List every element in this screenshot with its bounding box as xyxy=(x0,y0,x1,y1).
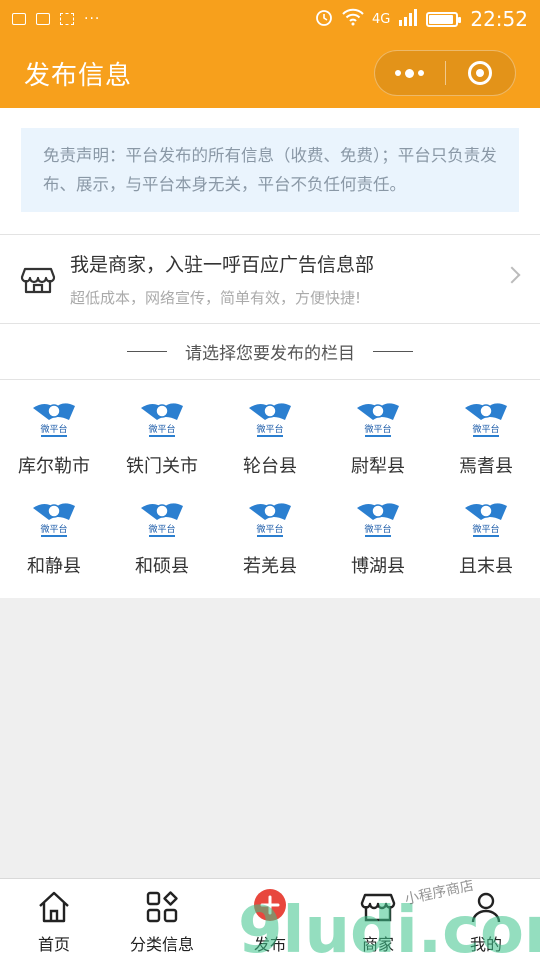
category-item[interactable]: 微平台 轮台县 xyxy=(216,398,324,486)
logo-text: 微平台 xyxy=(472,423,499,435)
category-label: 若羌县 xyxy=(243,556,297,577)
section-title: 请选择您要发布的栏目 xyxy=(185,344,355,364)
tab-label: 商家 xyxy=(361,935,394,954)
close-miniprogram-button[interactable] xyxy=(446,51,516,95)
merchant-text: 我是商家，入驻一呼百应广告信息部 超低成本，网络宣传，简单有效，方便快捷! xyxy=(70,250,374,308)
tab-home[interactable]: 首页 xyxy=(0,879,108,960)
platform-logo-icon: 微平台 xyxy=(357,403,399,437)
miniprogram-capsule xyxy=(374,50,516,96)
logo-text: 微平台 xyxy=(256,523,283,535)
publish-icon xyxy=(254,889,286,921)
category-label: 且末县 xyxy=(459,556,513,577)
message-notification-icon xyxy=(36,13,50,25)
alarm-icon xyxy=(314,7,334,32)
tab-publish[interactable]: 发布 xyxy=(216,879,324,960)
store-icon xyxy=(360,893,396,922)
home-icon xyxy=(39,891,69,923)
disclaimer-section: 免责声明：平台发布的所有信息（收费、免费）；平台只负责发布、展示，与平台本身无关… xyxy=(0,108,540,234)
clock: 22:52 xyxy=(470,7,528,31)
category-item[interactable]: 微平台 铁门关市 xyxy=(108,398,216,486)
chevron-right-icon xyxy=(503,266,521,284)
category-icon xyxy=(146,891,178,923)
category-item[interactable]: 微平台 库尔勒市 xyxy=(0,398,108,486)
network-type: 4G xyxy=(372,11,391,27)
logo-text: 微平台 xyxy=(364,423,391,435)
platform-logo-icon: 微平台 xyxy=(465,503,507,537)
platform-logo-icon: 微平台 xyxy=(249,403,291,437)
platform-logo-icon: 微平台 xyxy=(33,503,75,537)
category-item[interactable]: 微平台 且末县 xyxy=(432,498,540,586)
main-content: 免责声明：平台发布的所有信息（收费、免费）；平台只负责发布、展示，与平台本身无关… xyxy=(0,108,540,598)
category-item[interactable]: 微平台 和静县 xyxy=(0,498,108,586)
category-item[interactable]: 微平台 尉犁县 xyxy=(324,398,432,486)
section-line-left xyxy=(127,351,167,352)
tab-merchant[interactable]: 商家 xyxy=(324,879,432,960)
status-left: ··· xyxy=(12,11,100,27)
status-right: 4G 22:52 xyxy=(314,7,528,32)
category-label: 和硕县 xyxy=(135,556,189,577)
logo-text: 微平台 xyxy=(40,523,67,535)
logo-text: 微平台 xyxy=(40,423,67,435)
section-line-right xyxy=(373,351,413,352)
category-grid: 微平台 库尔勒市 微平台 铁门关市 微平台 轮台县 微平台 尉犁县 微平台 焉耆… xyxy=(0,380,540,598)
platform-logo-icon: 微平台 xyxy=(249,503,291,537)
platform-logo-icon: 微平台 xyxy=(33,403,75,437)
category-item[interactable]: 微平台 博湖县 xyxy=(324,498,432,586)
category-item[interactable]: 微平台 焉耆县 xyxy=(432,398,540,486)
more-button[interactable] xyxy=(375,51,445,95)
logo-text: 微平台 xyxy=(472,523,499,535)
category-label: 博湖县 xyxy=(351,556,405,577)
logo-text: 微平台 xyxy=(148,423,175,435)
tab-label: 发布 xyxy=(253,935,286,954)
logo-text: 微平台 xyxy=(256,423,283,435)
category-item[interactable]: 微平台 若羌县 xyxy=(216,498,324,586)
tab-label: 我的 xyxy=(469,935,502,954)
tab-label: 首页 xyxy=(37,935,70,954)
wifi-icon xyxy=(342,8,364,31)
merchant-subtitle: 超低成本，网络宣传，简单有效，方便快捷! xyxy=(70,289,362,307)
category-label: 和静县 xyxy=(27,556,81,577)
app-notification-icon xyxy=(60,13,74,25)
tab-category[interactable]: 分类信息 xyxy=(108,879,216,960)
section-header: 请选择您要发布的栏目 xyxy=(0,324,540,379)
more-notifications: ··· xyxy=(84,11,101,27)
merchant-join-banner[interactable]: 我是商家，入驻一呼百应广告信息部 超低成本，网络宣传，简单有效，方便快捷! xyxy=(0,235,540,323)
logo-text: 微平台 xyxy=(148,523,175,535)
bottom-tab-bar: 首页 分类信息 发布 商家 我的 xyxy=(0,878,540,960)
disclaimer-text: 免责声明：平台发布的所有信息（收费、免费）；平台只负责发布、展示，与平台本身无关… xyxy=(21,128,519,212)
store-icon xyxy=(20,267,56,294)
category-label: 铁门关市 xyxy=(126,456,198,477)
nav-bar: 发布信息 xyxy=(0,38,540,108)
page-title: 发布信息 xyxy=(24,60,133,91)
platform-logo-icon: 微平台 xyxy=(141,403,183,437)
more-dots-icon xyxy=(395,68,425,78)
tab-mine[interactable]: 我的 xyxy=(432,879,540,960)
category-label: 焉耆县 xyxy=(459,456,513,477)
category-label: 轮台县 xyxy=(243,456,297,477)
platform-logo-icon: 微平台 xyxy=(465,403,507,437)
category-label: 尉犁县 xyxy=(351,456,405,477)
user-icon xyxy=(471,892,501,923)
logo-text: 微平台 xyxy=(364,523,391,535)
tab-label: 分类信息 xyxy=(129,935,194,954)
status-bar: ··· 4G 22:52 xyxy=(0,0,540,38)
battery-icon xyxy=(426,11,462,27)
platform-logo-icon: 微平台 xyxy=(357,503,399,537)
image-notification-icon xyxy=(12,13,26,25)
merchant-title: 我是商家，入驻一呼百应广告信息部 xyxy=(70,254,375,276)
target-icon xyxy=(468,61,493,85)
category-item[interactable]: 微平台 和硕县 xyxy=(108,498,216,586)
signal-icon xyxy=(398,8,418,31)
category-label: 库尔勒市 xyxy=(18,456,90,477)
platform-logo-icon: 微平台 xyxy=(141,503,183,537)
